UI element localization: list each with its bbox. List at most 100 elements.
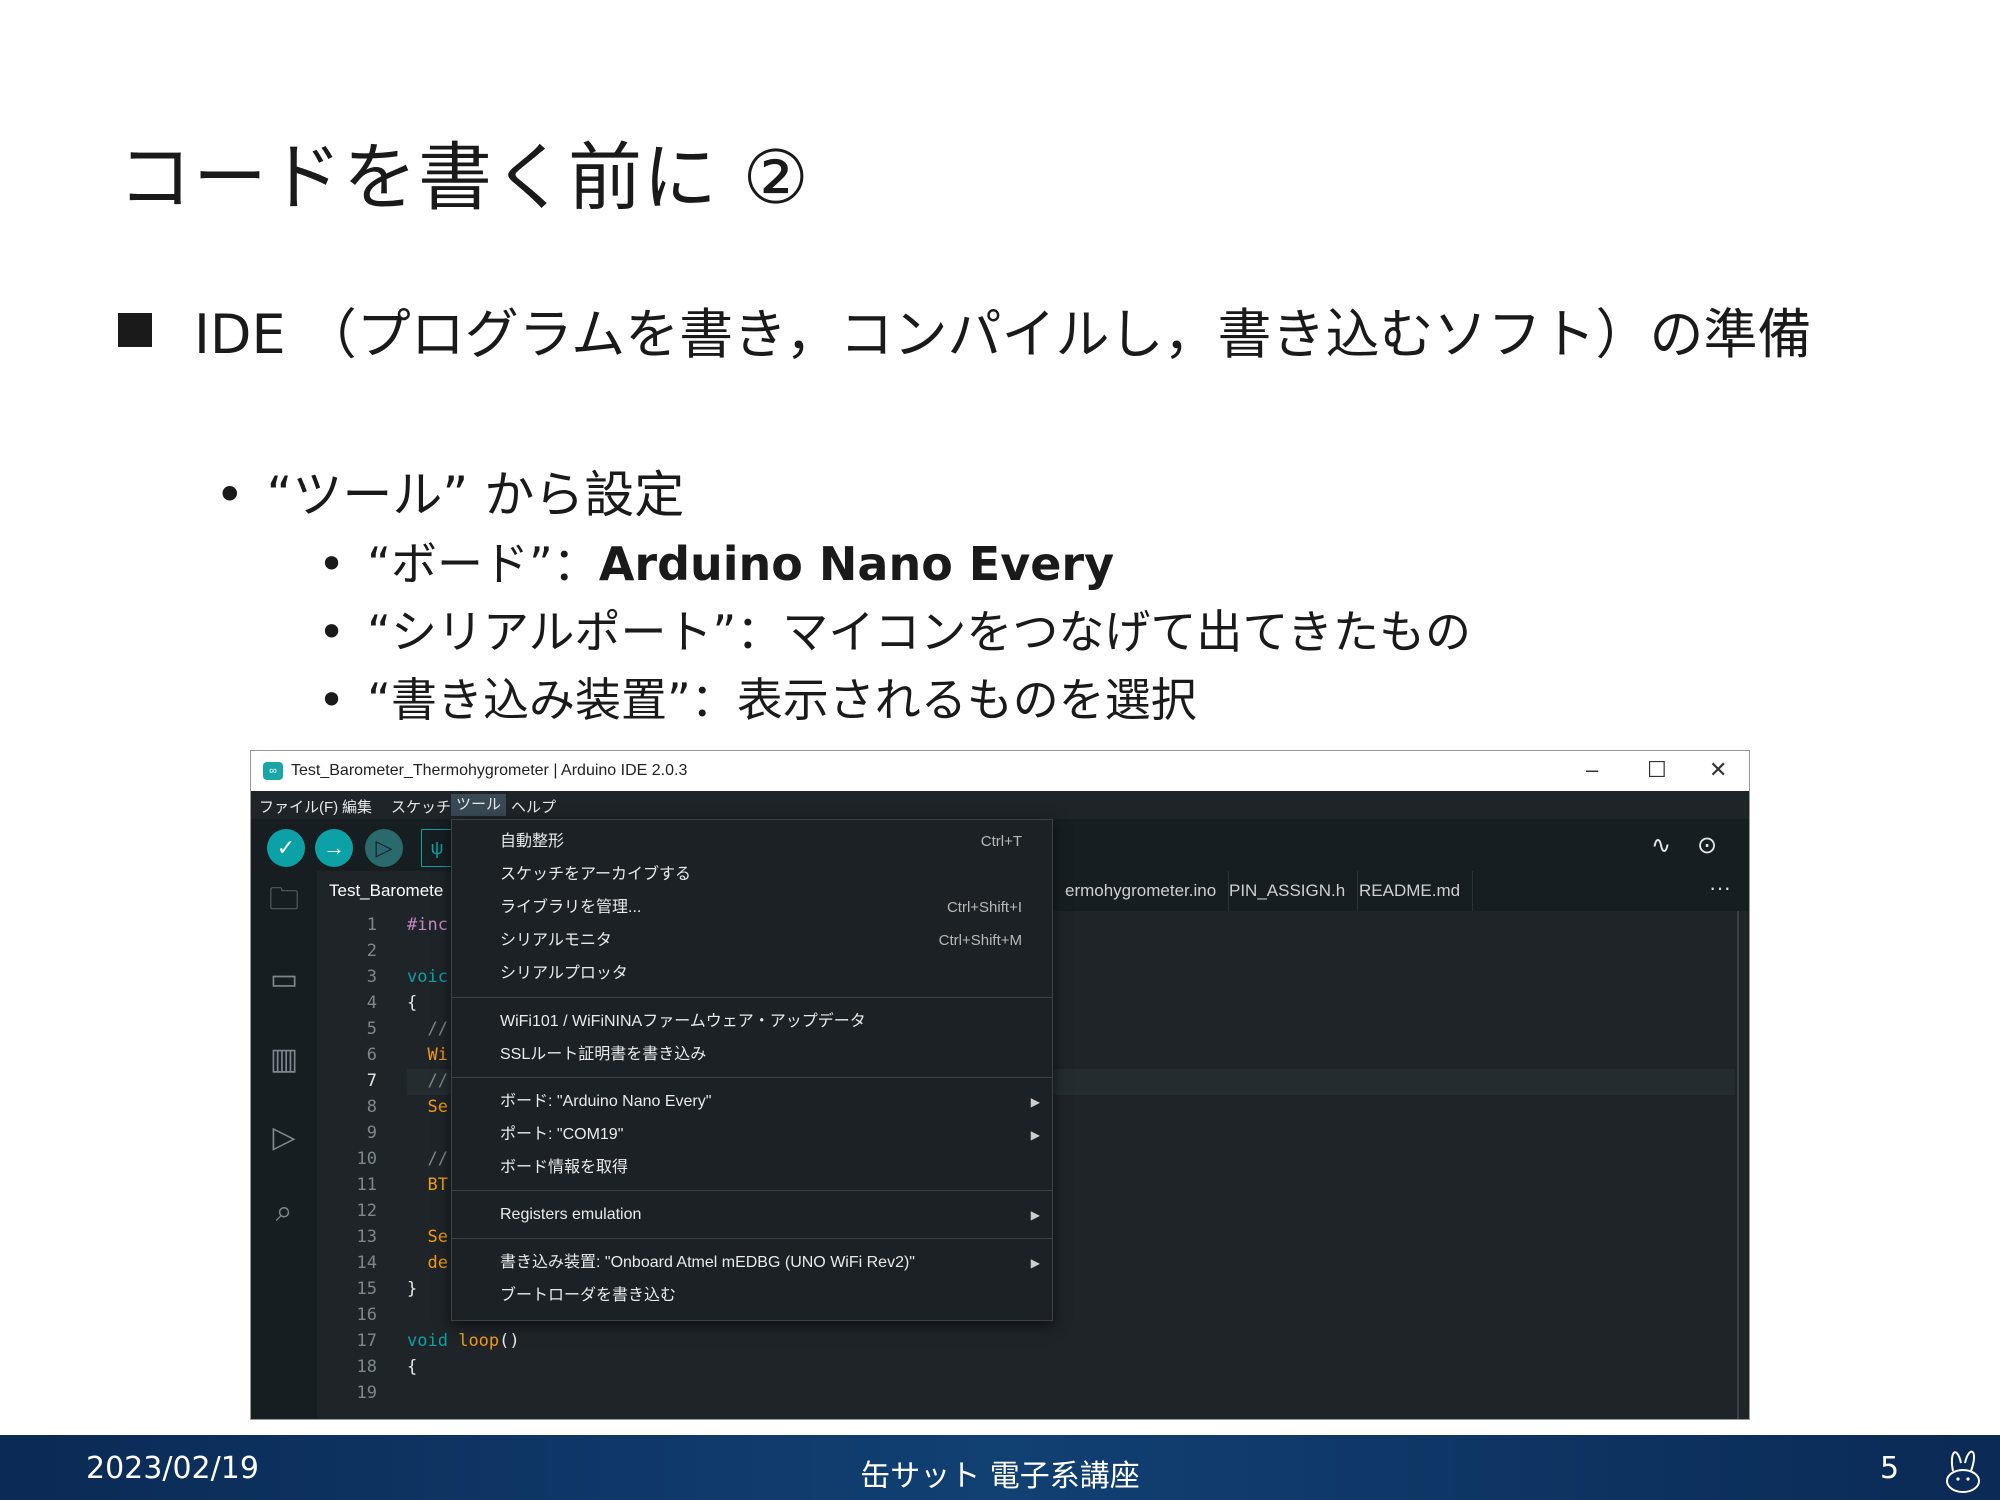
menu-separator [452, 1238, 1052, 1239]
bullet-dot-icon: • [215, 466, 245, 524]
code-line: } [407, 1279, 418, 1299]
line-number-current: 7 [366, 1071, 377, 1091]
serial-monitor-icon[interactable]: ⊙ [1697, 831, 1717, 860]
serial-plotter-icon[interactable]: ∿ [1651, 831, 1671, 860]
window-title: Test_Barometer_Thermohygrometer | Arduin… [291, 762, 688, 779]
code-function: loop [458, 1331, 500, 1351]
submenu-arrow-icon: ▶ [1030, 1256, 1040, 1270]
board-name: Arduino Nano Every [598, 537, 1115, 591]
sub-sub-bullet-programmer: • “書き込み装置”：表示されるものを選択 [318, 664, 1197, 730]
upload-icon[interactable]: → [315, 829, 353, 867]
code-line: Se [407, 1227, 448, 1247]
line-number: 5 [366, 1019, 377, 1039]
menu-item-label: 書き込み装置: "Onboard Atmel mEDBG (UNO WiFi R… [500, 1254, 915, 1271]
code-line: de [407, 1253, 448, 1273]
page-number: 5 [1880, 1451, 1900, 1486]
sub-sub-bullet-label: “シリアルポート”：マイコンをつなげて出てきたもの [367, 605, 1471, 659]
menu-item-label: Registers emulation [500, 1206, 642, 1223]
maximize-icon[interactable]: ☐ [1647, 757, 1667, 783]
code-line: #inc [407, 915, 448, 935]
search-icon[interactable]: ⌕ [265, 1193, 303, 1231]
code-line: // [407, 1071, 448, 1091]
submenu-arrow-icon: ▶ [1030, 1128, 1040, 1142]
main-bullet: IDE （プログラムを書き，コンパイルし，書き込むソフト）の準備 [118, 290, 1812, 369]
bullet-dot-icon: • [318, 537, 346, 591]
line-number: 19 [356, 1383, 377, 1403]
submenu-arrow-icon: ▶ [1030, 1208, 1040, 1222]
menu-item-programmer[interactable]: 書き込み装置: "Onboard Atmel mEDBG (UNO WiFi R… [500, 1249, 1040, 1277]
sub-sub-bullet-label: “書き込み装置”：表示されるものを選択 [367, 673, 1197, 727]
folder-icon[interactable]: 🗀 [265, 881, 303, 919]
minimize-icon[interactable]: – [1586, 757, 1598, 783]
debug-icon[interactable]: ▷ [365, 829, 403, 867]
code-line: BT [407, 1175, 448, 1195]
menu-item-label: ボード: "Arduino Nano Every" [500, 1093, 712, 1110]
slide-title: コードを書く前に ② [118, 135, 810, 221]
line-number: 3 [366, 967, 377, 987]
menu-edit[interactable]: 編集 [342, 796, 372, 817]
menu-item-firmware-updater[interactable]: WiFi101 / WiFiNINAファームウェア・アップデータ [500, 1008, 1022, 1036]
boards-manager-icon[interactable]: ▭ [265, 961, 303, 999]
verify-icon[interactable]: ✓ [267, 829, 305, 867]
more-icon[interactable]: ··· [1709, 875, 1731, 901]
menu-sketch[interactable]: スケッチ [391, 796, 451, 817]
line-number: 18 [356, 1357, 377, 1377]
menu-item-label: シリアルプロッタ [500, 965, 628, 982]
sub-bullet-text: “ツール” から設定 [266, 466, 685, 524]
menu-item-port[interactable]: ポート: "COM19" ▶ [500, 1121, 1040, 1149]
line-number: 12 [356, 1201, 377, 1221]
menu-tools[interactable]: ツール [451, 794, 507, 816]
menu-item-shortcut: Ctrl+T [980, 833, 1022, 850]
bullet-dot-icon: • [318, 673, 346, 727]
menu-item-burn-bootloader[interactable]: ブートローダを書き込む [500, 1282, 1022, 1310]
sub-sub-bullet-port: • “シリアルポート”：マイコンをつなげて出てきたもの [318, 596, 1471, 662]
menu-item-label: スケッチをアーカイブする [500, 866, 692, 883]
menu-file[interactable]: ファイル(F) [259, 796, 338, 817]
menu-item-label: シリアルモニタ [500, 932, 612, 949]
library-manager-icon[interactable]: ▥ [265, 1041, 303, 1079]
code-line: // [407, 1149, 448, 1169]
close-icon[interactable]: ✕ [1709, 757, 1727, 783]
debug-sidebar-icon[interactable]: ▷ [265, 1119, 303, 1157]
editor-scrollbar[interactable] [1737, 911, 1739, 1419]
tab-pin-assign[interactable]: PIN_ASSIGN.h [1217, 871, 1359, 911]
menu-item-registers-emulation[interactable]: Registers emulation ▶ [500, 1201, 1040, 1229]
sub-sub-bullet-label: “ボード”： [367, 537, 599, 591]
tab-main-sketch[interactable]: Test_Baromete [317, 871, 457, 911]
bullet-dot-icon: • [318, 605, 346, 659]
line-number: 2 [366, 941, 377, 961]
menu-item-manage-libraries[interactable]: ライブラリを管理... Ctrl+Shift+I [500, 894, 1022, 922]
line-number: 17 [356, 1331, 377, 1351]
line-number-gutter: 1 2 3 4 5 6 7 8 9 10 11 12 13 14 15 16 1… [317, 911, 407, 1419]
menu-item-board-info[interactable]: ボード情報を取得 [500, 1154, 1022, 1182]
menu-separator [452, 997, 1052, 998]
menu-item-archive-sketch[interactable]: スケッチをアーカイブする [500, 861, 1022, 889]
menu-item-label: ブートローダを書き込む [500, 1287, 677, 1304]
menu-item-label: 自動整形 [500, 833, 565, 850]
board-selector[interactable]: ψ [421, 829, 453, 867]
code-line: Wi [407, 1045, 448, 1065]
menu-item-shortcut: Ctrl+Shift+I [946, 899, 1022, 916]
window-titlebar: ∞ Test_Barometer_Thermohygrometer | Ardu… [251, 751, 1749, 791]
menu-item-auto-format[interactable]: 自動整形 Ctrl+T [500, 828, 1022, 856]
menu-item-label: WiFi101 / WiFiNINAファームウェア・アップデータ [500, 1013, 866, 1030]
submenu-arrow-icon: ▶ [1030, 1095, 1040, 1109]
sub-bullet-tools: • “ツール” から設定 [215, 455, 684, 527]
menu-help[interactable]: ヘルプ [511, 796, 556, 817]
sub-sub-bullet-board: • “ボード”：Arduino Nano Every [318, 528, 1114, 594]
code-line: { [407, 1357, 418, 1377]
menu-separator [452, 1190, 1052, 1191]
menu-item-ssl-certificates[interactable]: SSLルート証明書を書き込み [500, 1041, 1022, 1069]
tab-ino[interactable]: ermohygrometer.ino [1053, 871, 1230, 911]
line-number: 6 [366, 1045, 377, 1065]
square-bullet-icon [118, 312, 152, 347]
menu-item-serial-monitor[interactable]: シリアルモニタ Ctrl+Shift+M [500, 927, 1022, 955]
menu-item-serial-plotter[interactable]: シリアルプロッタ [500, 960, 1022, 988]
menu-item-board[interactable]: ボード: "Arduino Nano Every" ▶ [500, 1088, 1040, 1116]
code-line: { [407, 993, 418, 1013]
rabbit-mascot-icon [1946, 1450, 1980, 1493]
tab-readme[interactable]: README.md [1347, 871, 1474, 911]
line-number: 4 [366, 993, 377, 1013]
line-number: 10 [356, 1149, 377, 1169]
tools-dropdown-menu: 自動整形 Ctrl+T スケッチをアーカイブする ライブラリを管理... Ctrl+… [451, 819, 1053, 1321]
